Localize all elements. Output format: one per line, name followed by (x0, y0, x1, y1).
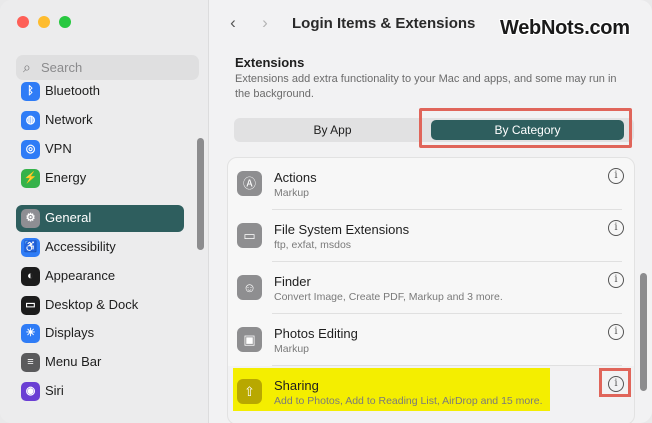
finder-icon: ☺ (237, 275, 262, 300)
drive-icon: ▭ (237, 223, 262, 248)
extensions-description: Extensions add extra functionality to yo… (235, 73, 617, 100)
sidebar-item-siri[interactable]: ◉ Siri (16, 378, 184, 405)
close-button[interactable] (17, 16, 29, 28)
info-icon[interactable]: i (608, 220, 624, 236)
accessibility-icon: ♿ (21, 238, 40, 257)
sidebar-item-displays[interactable]: ☀ Displays (16, 320, 184, 347)
sidebar-item-label: Bluetooth (45, 83, 100, 98)
sidebar-item-label: Network (45, 112, 93, 127)
extension-name: Sharing (274, 378, 319, 393)
page-title: Login Items & Extensions (292, 15, 476, 32)
zoom-button[interactable] (59, 16, 71, 28)
extension-row-actions[interactable]: Ⓐ Actions Markup i (228, 158, 634, 210)
sidebar-item-accessibility[interactable]: ♿ Accessibility (16, 234, 184, 261)
info-icon[interactable]: i (608, 272, 624, 288)
chevron-left-icon: ‹ (230, 13, 236, 32)
sidebar-item-label: Menu Bar (45, 354, 102, 369)
extension-name: Actions (274, 170, 317, 185)
vpn-icon: ◎ (21, 140, 40, 159)
sidebar-item-menu-bar[interactable]: ≡ Menu Bar (16, 349, 184, 376)
sidebar-item-label: VPN (45, 141, 72, 156)
menu-bar-icon: ≡ (21, 353, 40, 372)
info-icon[interactable]: i (608, 324, 624, 340)
extension-detail: Add to Photos, Add to Reading List, AirD… (274, 395, 543, 407)
content-scrollbar[interactable] (640, 273, 647, 391)
extension-detail: Markup (274, 343, 310, 355)
info-icon[interactable]: i (608, 168, 624, 184)
globe-icon: ◍ (21, 111, 40, 130)
sidebar-item-general[interactable]: ⚙ General (16, 205, 184, 232)
extension-name: Finder (274, 274, 311, 289)
sidebar-item-label: Energy (45, 170, 87, 185)
extension-row-sharing[interactable]: ⇧ Sharing Add to Photos, Add to Reading Li… (228, 366, 634, 418)
sidebar-item-label: Displays (45, 325, 95, 340)
by-app-tab[interactable]: By App (234, 118, 431, 142)
extension-row-finder[interactable]: ☺ Finder Convert Image, Create PDF, Markup… (228, 262, 634, 314)
sidebar-item-bluetooth[interactable]: ᛒ Bluetooth (16, 78, 184, 105)
forward-button[interactable]: › (252, 12, 278, 36)
highlight-box-info (599, 368, 631, 397)
sidebar-item-label: Accessibility (45, 239, 116, 254)
search-icon: ⌕ (23, 59, 31, 75)
extension-detail: Convert Image, Create PDF, Markup and 3 … (274, 291, 503, 303)
gear-icon: ⚙ (21, 209, 40, 228)
extension-name: File System Extensions (274, 222, 410, 237)
watermark-logo: WebNots.com (500, 17, 630, 39)
sidebar-item-label: Desktop & Dock (45, 297, 139, 312)
sidebar-item-label: General (45, 210, 92, 225)
sidebar: ⌕ Search ᛒ Bluetooth ◍ Network ◎ VPN ⚡ Energy ⚙ G… (0, 0, 209, 423)
sidebar-item-label: Siri (45, 383, 64, 398)
sidebar-item-network[interactable]: ◍ Network (16, 107, 184, 134)
back-button[interactable]: ‹ (220, 12, 246, 36)
sidebar-item-energy[interactable]: ⚡ Energy (16, 165, 184, 192)
highlight-box-by-category (419, 108, 632, 148)
extension-detail: ftp, exfat, msdos (274, 239, 352, 251)
sidebar-item-appearance[interactable]: ◐ Appearance (16, 263, 184, 290)
dock-icon: ▭ (21, 296, 40, 315)
photos-icon: ▣ (237, 327, 262, 352)
energy-icon: ⚡ (21, 169, 40, 188)
sidebar-item-label: Appearance (45, 268, 116, 283)
extension-row-file-system-extensions[interactable]: ▭ File System Extensions ftp, exfat, msdos… (228, 210, 634, 262)
sidebar-item-vpn[interactable]: ◎ VPN (16, 136, 184, 163)
displays-icon: ☀ (21, 324, 40, 343)
siri-icon: ◉ (21, 382, 40, 401)
appearance-icon: ◐ (21, 267, 40, 286)
sidebar-scrollbar[interactable] (197, 138, 204, 250)
settings-window: ⌕ Search ᛒ Bluetooth ◍ Network ◎ VPN ⚡ Energy ⚙ G… (0, 0, 652, 423)
minimize-button[interactable] (38, 16, 50, 28)
extension-name: Photos Editing (274, 326, 358, 341)
search-input[interactable]: Search (41, 60, 82, 75)
bluetooth-icon: ᛒ (21, 82, 40, 101)
share-icon: ⇧ (237, 379, 262, 404)
search-field[interactable]: ⌕ Search (16, 55, 199, 80)
extension-row-photos-editing[interactable]: ▣ Photos Editing Markup i (228, 314, 634, 366)
actions-icon: Ⓐ (237, 171, 262, 196)
chevron-right-icon: › (262, 13, 268, 32)
sidebar-item-desktop-dock[interactable]: ▭ Desktop & Dock (16, 292, 184, 319)
extensions-heading: Extensions (235, 55, 305, 70)
extensions-list: Ⓐ Actions Markup i ▭ File System Extensions ft… (227, 157, 635, 423)
extension-detail: Markup (274, 187, 310, 199)
